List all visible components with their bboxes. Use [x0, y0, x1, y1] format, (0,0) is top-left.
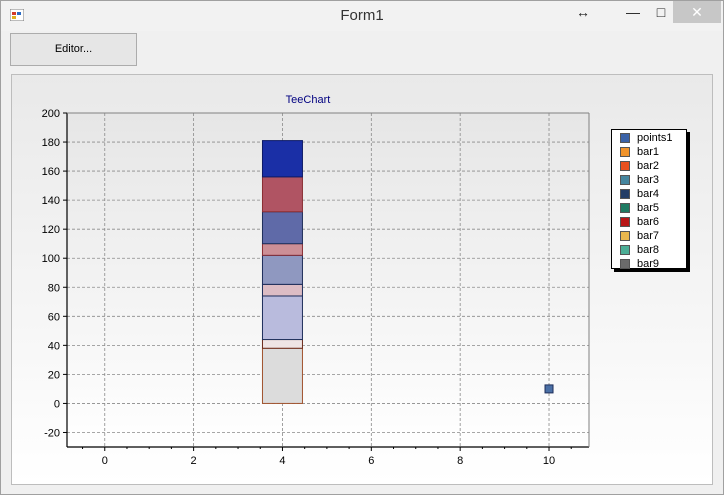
legend-swatch — [620, 133, 630, 143]
legend-swatch — [620, 259, 630, 269]
bar-segment[interactable] — [261, 254, 303, 285]
bar-segment[interactable] — [261, 283, 303, 297]
legend-item[interactable]: bar4 — [612, 187, 686, 201]
bar-segment[interactable] — [261, 211, 303, 245]
legend-item[interactable]: bar8 — [612, 243, 686, 257]
bar-segment[interactable] — [261, 347, 303, 404]
bar-segment[interactable] — [261, 295, 303, 341]
legend-swatch — [620, 189, 630, 199]
legend-label: bar4 — [637, 188, 660, 200]
legend-label: points1 — [637, 132, 673, 144]
x-tick-label: 6 — [368, 455, 374, 467]
legend-swatch — [620, 203, 630, 213]
app-window: Form1 ↔ — □ ✕ Editor... -20 0 20 40 60 80 100 1… — [0, 0, 724, 495]
x-tick-label: 2 — [191, 455, 197, 467]
y-tick-label: 20 — [48, 369, 60, 381]
legend-swatch — [620, 245, 630, 255]
x-tick-label: 4 — [279, 455, 285, 467]
x-tick-label: 10 — [543, 455, 555, 467]
legend-swatch — [620, 231, 630, 241]
point-marker[interactable] — [544, 384, 554, 394]
y-tick-label: 140 — [42, 195, 60, 207]
legend-label: bar8 — [637, 244, 660, 256]
bar-segment[interactable] — [261, 243, 303, 256]
legend-label: bar1 — [637, 146, 660, 158]
chart-legend[interactable]: points1 bar1 bar2 bar3 bar4 bar5 bar6 bar7 bar8 b… — [611, 129, 687, 271]
legend-label: bar9 — [637, 258, 660, 270]
legend-item[interactable]: bar9 — [612, 257, 686, 271]
y-tick-label: 200 — [42, 108, 60, 120]
legend-item[interactable]: bar5 — [612, 201, 686, 215]
legend-item[interactable]: bar6 — [612, 215, 686, 229]
y-tick-label: 160 — [42, 166, 60, 178]
y-tick-label: -20 — [44, 427, 60, 439]
bar-segment[interactable] — [261, 176, 303, 213]
x-tick-label: 8 — [457, 455, 463, 467]
y-tick-label: 120 — [42, 224, 60, 236]
legend-item[interactable]: bar3 — [612, 173, 686, 187]
y-tick-label: 40 — [48, 340, 60, 352]
y-tick-label: 100 — [42, 253, 60, 265]
legend-label: bar6 — [637, 216, 660, 228]
y-tick-label: 180 — [42, 137, 60, 149]
bar-segment[interactable] — [261, 339, 303, 349]
legend-label: bar2 — [637, 160, 660, 172]
legend-item[interactable]: points1 — [612, 131, 686, 145]
x-tick-label: 0 — [102, 455, 108, 467]
legend-item[interactable]: bar1 — [612, 145, 686, 159]
legend-swatch — [620, 175, 630, 185]
legend-label: bar7 — [637, 230, 660, 242]
plot-area — [67, 113, 589, 447]
legend-swatch — [620, 147, 630, 157]
legend-swatch — [620, 217, 630, 227]
legend-item[interactable]: bar2 — [612, 159, 686, 173]
legend-label: bar3 — [637, 174, 660, 186]
chart-title: TeeChart — [286, 94, 331, 106]
y-tick-label: 80 — [48, 282, 60, 294]
y-tick-label: 60 — [48, 311, 60, 323]
legend-swatch — [620, 161, 630, 171]
legend-item[interactable]: bar7 — [612, 229, 686, 243]
y-tick-label: 0 — [54, 398, 60, 410]
bar-segment[interactable] — [261, 140, 303, 178]
legend-label: bar5 — [637, 202, 660, 214]
